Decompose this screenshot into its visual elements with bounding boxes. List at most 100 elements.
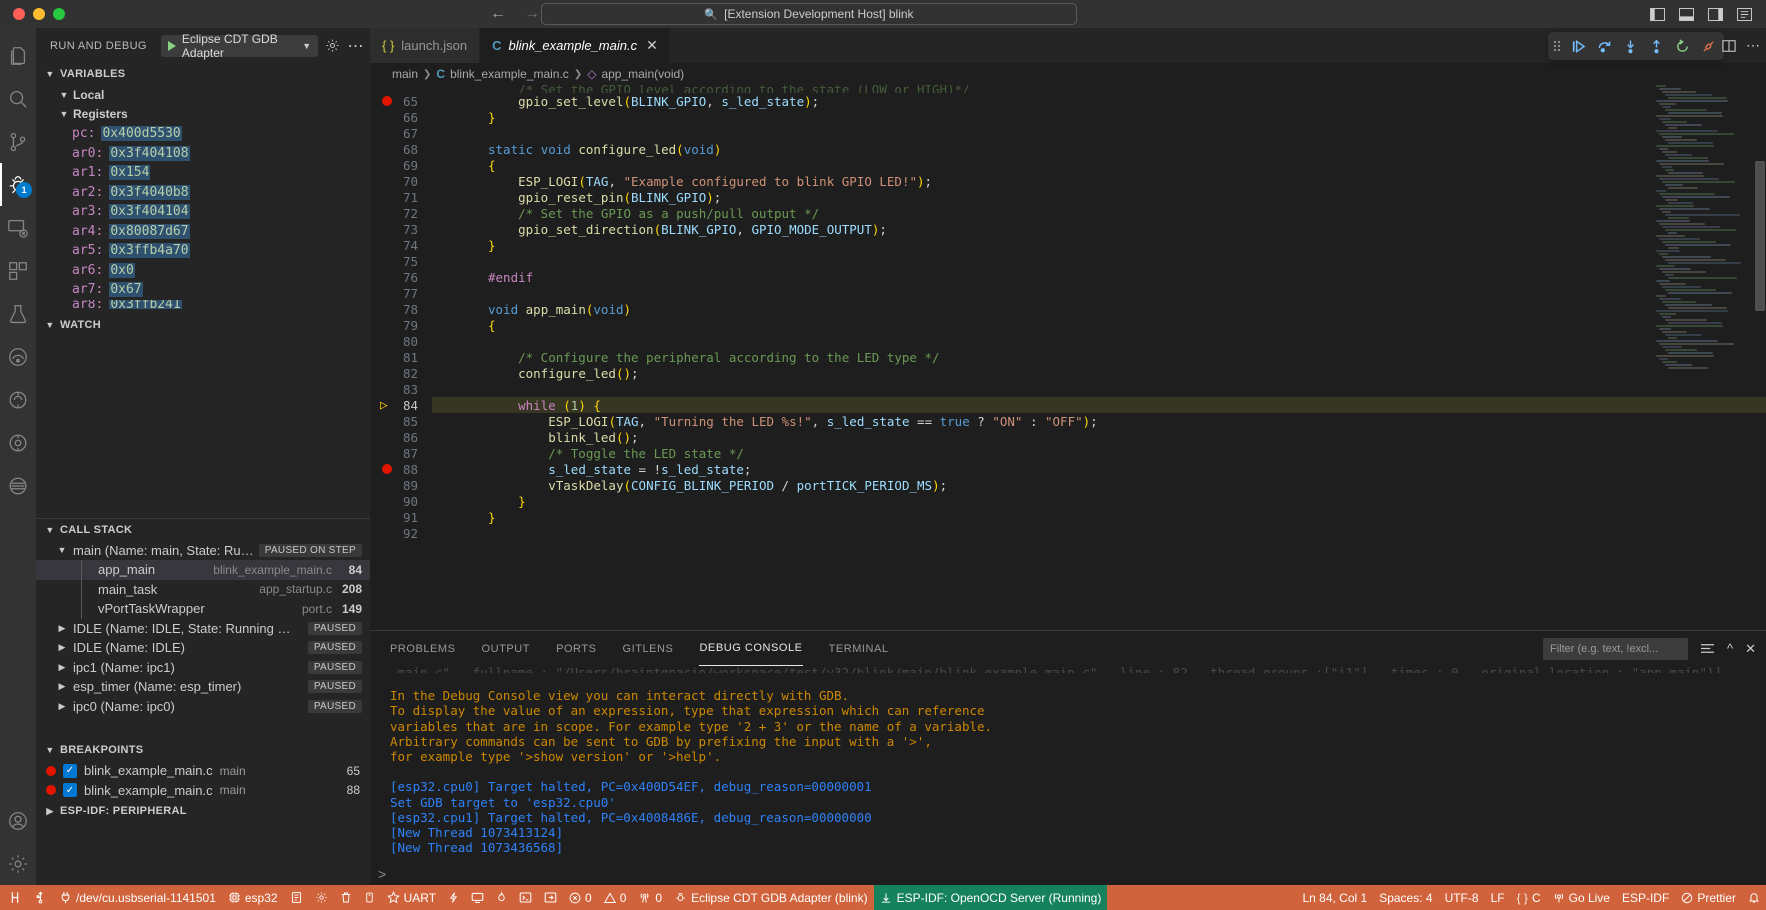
activity-run-and-debug[interactable]: 1: [0, 163, 36, 206]
status-flash-device[interactable]: [358, 885, 381, 910]
breadcrumb-folder[interactable]: main: [392, 67, 418, 81]
step-into-button[interactable]: [1618, 34, 1642, 58]
tab-terminal[interactable]: TERMINAL: [829, 631, 889, 666]
gutter-line-67[interactable]: 67: [370, 125, 432, 141]
breadcrumb-file[interactable]: blink_example_main.c: [450, 67, 569, 81]
callstack-thread[interactable]: ▶ IDLE (Name: IDLE) PAUSED: [36, 638, 370, 658]
status-debug-session[interactable]: Eclipse CDT GDB Adapter (blink): [668, 885, 874, 910]
gutter-line-90[interactable]: 90: [370, 493, 432, 509]
code-line-84[interactable]: while (1) {: [432, 397, 1766, 413]
chevron-down-icon[interactable]: ▼: [302, 41, 311, 51]
gutter-line-77[interactable]: 77: [370, 285, 432, 301]
status-go-live[interactable]: Go Live: [1547, 885, 1616, 910]
code-line-88[interactable]: s_led_state = !s_led_state;: [432, 461, 1766, 477]
panel-actions[interactable]: Filter (e.g. text, !excl... ^ ✕: [1543, 638, 1756, 660]
breakpoint-row[interactable]: ✓ blink_example_main.c main 88: [36, 781, 370, 801]
chevron-right-icon[interactable]: ▶: [56, 681, 68, 692]
gutter-line-74[interactable]: 74: [370, 237, 432, 253]
tab-blink-example-main-c[interactable]: C blink_example_main.c ✕: [480, 28, 671, 63]
callstack-thread[interactable]: ▶ ipc0 (Name: ipc0) PAUSED: [36, 697, 370, 717]
chevron-right-icon[interactable]: ▶: [56, 701, 68, 712]
variables-section-header[interactable]: ▼ VARIABLES: [36, 63, 370, 85]
code-line-91[interactable]: }: [432, 509, 1766, 525]
close-icon[interactable]: ✕: [646, 37, 658, 54]
restart-button[interactable]: [1670, 34, 1694, 58]
gutter-line-91[interactable]: 91: [370, 509, 432, 525]
peripheral-section-header[interactable]: ▶ ESP-IDF: PERIPHERAL: [36, 800, 370, 822]
code-line-79[interactable]: {: [432, 317, 1766, 333]
toggle-secondary-sidebar-icon[interactable]: [1708, 8, 1723, 21]
code-line-92[interactable]: [432, 525, 1766, 541]
activity-testing[interactable]: [0, 292, 36, 335]
status-build-flash-monitor[interactable]: [442, 885, 465, 910]
navigation-arrows[interactable]: ← →: [490, 6, 540, 22]
disconnect-button[interactable]: [1696, 34, 1720, 58]
chevron-down-icon[interactable]: ▼: [44, 320, 56, 330]
status-encoding[interactable]: UTF-8: [1439, 885, 1485, 910]
activity-wokwi[interactable]: [0, 464, 36, 507]
activity-source-control[interactable]: [0, 120, 36, 163]
status-idf-doctor[interactable]: [490, 885, 513, 910]
gutter-line-82[interactable]: 82: [370, 365, 432, 381]
chevron-down-icon[interactable]: ▼: [44, 525, 56, 535]
code-line-76[interactable]: #endif: [432, 269, 1766, 285]
status-qemu[interactable]: [538, 885, 563, 910]
editor-actions[interactable]: ⋯: [1722, 28, 1760, 63]
editor-more-actions-icon[interactable]: ⋯: [1746, 37, 1760, 54]
chevron-down-icon[interactable]: ▼: [56, 545, 68, 555]
status-esp-idf-menu[interactable]: ESP-IDF: [1616, 885, 1675, 910]
gutter-line-80[interactable]: 80: [370, 333, 432, 349]
code-line-89[interactable]: vTaskDelay(CONFIG_BLINK_PERIOD / portTIC…: [432, 477, 1766, 493]
minimap[interactable]: [1656, 85, 1752, 630]
chevron-right-icon[interactable]: ▶: [56, 623, 68, 634]
status-prettier[interactable]: Prettier: [1675, 885, 1742, 910]
code-line-65[interactable]: gpio_set_level(BLINK_GPIO, s_led_state);: [432, 93, 1766, 109]
breakpoint-dot-icon[interactable]: [382, 96, 392, 106]
window-controls[interactable]: [0, 8, 65, 20]
status-menuconfig[interactable]: [309, 885, 334, 910]
code-line-67[interactable]: [432, 125, 1766, 141]
register-row[interactable]: ar3:0x3f404104: [36, 202, 370, 222]
code-line-74[interactable]: }: [432, 237, 1766, 253]
launch-configuration-picker[interactable]: Eclipse CDT GDB Adapter ▼: [161, 35, 318, 57]
code-line-77[interactable]: [432, 285, 1766, 301]
code-line-82[interactable]: configure_led();: [432, 365, 1766, 381]
code-line-70[interactable]: ESP_LOGI(TAG, "Example configured to bli…: [432, 173, 1766, 189]
code-line-85[interactable]: ESP_LOGI(TAG, "Turning the LED %s!", s_l…: [432, 413, 1766, 429]
callstack-frame[interactable]: main_task app_startup.c 208: [36, 580, 370, 600]
gutter-line-68[interactable]: 68: [370, 141, 432, 157]
code-line-68[interactable]: static void configure_led(void): [432, 141, 1766, 157]
tab-ports[interactable]: PORTS: [556, 631, 596, 666]
minimize-window-button[interactable]: [33, 8, 45, 20]
scope-local[interactable]: ▼Local: [36, 85, 370, 105]
gutter-line-69[interactable]: 69: [370, 157, 432, 173]
gutter-line-65[interactable]: 65: [370, 93, 432, 109]
breakpoints-section-header[interactable]: ▼ BREAKPOINTS: [36, 739, 370, 761]
activity-extensions[interactable]: [0, 249, 36, 292]
activity-accounts[interactable]: [0, 799, 36, 842]
activity-settings[interactable]: [0, 842, 36, 885]
activity-serial-monitor[interactable]: [0, 421, 36, 464]
code-line-66[interactable]: }: [432, 109, 1766, 125]
status-cursor-position[interactable]: Ln 84, Col 1: [1296, 885, 1373, 910]
code-line-90[interactable]: }: [432, 493, 1766, 509]
tab-output[interactable]: OUTPUT: [482, 631, 531, 666]
tab-gitlens[interactable]: GITLENS: [623, 631, 674, 666]
command-center-search[interactable]: 🔍 [Extension Development Host] blink: [541, 3, 1077, 25]
status-radio-tower[interactable]: 0: [632, 885, 668, 910]
gutter-line-70[interactable]: 70: [370, 173, 432, 189]
gutter-line-75[interactable]: 75: [370, 253, 432, 269]
chevron-up-icon[interactable]: ^: [1727, 641, 1733, 656]
breadcrumb-symbol[interactable]: app_main(void): [601, 67, 684, 81]
code-line-72[interactable]: /* Set the GPIO as a push/pull output */: [432, 205, 1766, 221]
status-terminal-idf[interactable]: [513, 885, 538, 910]
status-build[interactable]: [284, 885, 309, 910]
breakpoint-checkbox[interactable]: ✓: [63, 764, 77, 778]
play-icon[interactable]: [168, 41, 176, 51]
status-eol[interactable]: LF: [1485, 885, 1511, 910]
breakpoint-checkbox[interactable]: ✓: [63, 783, 77, 797]
chevron-down-icon[interactable]: ▼: [58, 109, 70, 119]
status-idf-target[interactable]: esp32: [222, 885, 284, 910]
code-line-75[interactable]: [432, 253, 1766, 269]
register-row[interactable]: pc:0x400d5530: [36, 124, 370, 144]
